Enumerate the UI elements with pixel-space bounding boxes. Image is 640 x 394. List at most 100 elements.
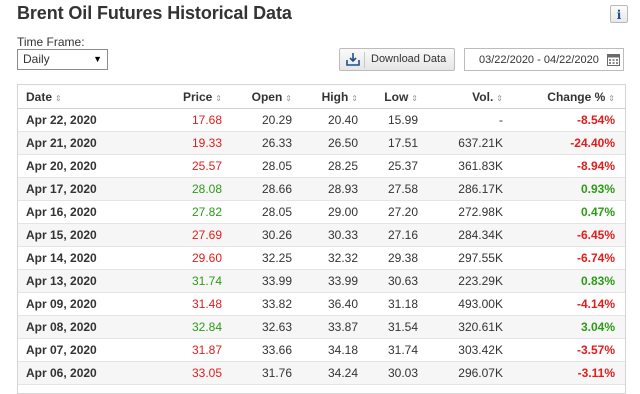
cell-date: Apr 08, 2020 xyxy=(18,315,128,339)
cell-low: 29.38 xyxy=(364,246,424,270)
cell-change: -6.45% xyxy=(509,223,625,247)
download-icon xyxy=(346,53,360,66)
column-header-open[interactable]: Open ⇕ xyxy=(228,85,298,109)
cell-open: 20.29 xyxy=(228,108,298,132)
cell-date: Apr 20, 2020 xyxy=(18,154,128,178)
cell-price: 31.87 xyxy=(128,338,228,362)
cell-high: 28.25 xyxy=(298,154,364,178)
cell-low: 27.20 xyxy=(364,200,424,224)
column-header-change[interactable]: Change % ⇕ xyxy=(509,85,625,109)
cell-high: 34.24 xyxy=(298,361,364,385)
sort-icon: ⇕ xyxy=(608,93,615,103)
cell-change: -4.14% xyxy=(509,292,625,316)
cell-high: 34.18 xyxy=(298,338,364,362)
download-data-label: Download Data xyxy=(371,53,447,65)
cell-change: -6.74% xyxy=(509,246,625,270)
cell-change: -24.40% xyxy=(509,131,625,155)
cell-low: 27.16 xyxy=(364,223,424,247)
cell-open: 32.25 xyxy=(228,246,298,270)
table-row: Apr 13, 2020 31.74 33.99 33.99 30.63 223.29K 0… xyxy=(18,269,625,293)
cell-date: Apr 22, 2020 xyxy=(18,108,128,132)
column-header-high[interactable]: High ⇕ xyxy=(298,85,364,109)
cell-change: -3.57% xyxy=(509,338,625,362)
cell-high: 36.40 xyxy=(298,292,364,316)
cell-price: 25.57 xyxy=(128,154,228,178)
cell-volume: 286.17K xyxy=(424,177,509,201)
cell-high: 33.99 xyxy=(298,269,364,293)
sort-icon: ⇕ xyxy=(55,93,62,103)
cell-low: 15.99 xyxy=(364,108,424,132)
table-row: Apr 07, 2020 31.87 33.66 34.18 31.74 303.42K -… xyxy=(18,338,625,362)
column-header-date[interactable]: Date ⇕ xyxy=(18,85,128,109)
cell-open: 28.05 xyxy=(228,154,298,178)
sort-icon: ⇕ xyxy=(496,93,503,103)
cell-price: 29.60 xyxy=(128,246,228,270)
column-header-price[interactable]: Price ⇕ xyxy=(128,85,228,109)
cell-change: -3.11% xyxy=(509,361,625,385)
cell-price: 17.68 xyxy=(128,108,228,132)
cell-open: 33.82 xyxy=(228,292,298,316)
table-row: Apr 16, 2020 27.82 28.05 29.00 27.20 272.98K 0… xyxy=(18,200,625,224)
cell-price: 19.33 xyxy=(128,131,228,155)
historical-data-table: Date ⇕ Price ⇕ Open ⇕ High ⇕ Low ⇕ Vol. ⇕ Chan… xyxy=(17,84,626,394)
cell-change: -8.54% xyxy=(509,108,625,132)
cell-price: 32.84 xyxy=(128,315,228,339)
cell-open: 28.05 xyxy=(228,200,298,224)
cell-open: 33.99 xyxy=(228,269,298,293)
cell-volume: 320.61K xyxy=(424,315,509,339)
cell-volume: 284.34K xyxy=(424,223,509,247)
page-title: Brent Oil Futures Historical Data xyxy=(17,3,292,23)
cell-date: Apr 07, 2020 xyxy=(18,338,128,362)
cell-price: 33.05 xyxy=(128,361,228,385)
column-header-low[interactable]: Low ⇕ xyxy=(364,85,424,109)
table-row: Apr 06, 2020 33.05 31.76 34.24 30.03 296.07K -… xyxy=(18,361,625,385)
date-range-picker[interactable]: 03/22/2020 - 04/22/2020 xyxy=(464,48,624,71)
date-range-value: 03/22/2020 - 04/22/2020 xyxy=(479,54,599,66)
sort-icon: ⇕ xyxy=(411,93,418,103)
cell-volume: - xyxy=(424,108,509,132)
cell-low: 25.37 xyxy=(364,154,424,178)
cell-price: 31.74 xyxy=(128,269,228,293)
table-header-row: Date ⇕ Price ⇕ Open ⇕ High ⇕ Low ⇕ Vol. ⇕ Chan… xyxy=(18,85,625,109)
sort-icon: ⇕ xyxy=(215,93,222,103)
cell-volume: 637.21K xyxy=(424,131,509,155)
button-divider xyxy=(364,52,365,68)
table-row: Apr 17, 2020 28.08 28.66 28.93 27.58 286.17K 0… xyxy=(18,177,625,201)
table-row: Apr 08, 2020 32.84 32.63 33.87 31.54 320.61K 3… xyxy=(18,315,625,339)
sort-icon: ⇕ xyxy=(351,93,358,103)
cell-open: 31.76 xyxy=(228,361,298,385)
cell-low: 31.18 xyxy=(364,292,424,316)
timeframe-select[interactable]: Daily ▼ xyxy=(17,49,108,70)
info-icon[interactable]: i xyxy=(610,5,628,23)
table-row: Apr 21, 2020 19.33 26.33 26.50 17.51 637.21K -… xyxy=(18,131,625,155)
cell-low: 30.03 xyxy=(364,361,424,385)
timeframe-value: Daily xyxy=(23,52,50,66)
cell-date: Apr 14, 2020 xyxy=(18,246,128,270)
cell-low: 30.63 xyxy=(364,269,424,293)
cell-date: Apr 09, 2020 xyxy=(18,292,128,316)
cell-change: 0.93% xyxy=(509,177,625,201)
cell-price: 27.69 xyxy=(128,223,228,247)
cell-high: 20.40 xyxy=(298,108,364,132)
cell-date: Apr 15, 2020 xyxy=(18,223,128,247)
cell-low: 27.58 xyxy=(364,177,424,201)
table-row: Apr 09, 2020 31.48 33.82 36.40 31.18 493.00K -… xyxy=(18,292,625,316)
cell-date: Apr 06, 2020 xyxy=(18,361,128,385)
column-header-vol[interactable]: Vol. ⇕ xyxy=(424,85,509,109)
cell-price: 27.82 xyxy=(128,200,228,224)
cell-volume: 297.55K xyxy=(424,246,509,270)
table-row: Apr 20, 2020 25.57 28.05 28.25 25.37 361.83K -… xyxy=(18,154,625,178)
cell-change: 0.47% xyxy=(509,200,625,224)
sort-icon: ⇕ xyxy=(285,93,292,103)
cell-high: 28.93 xyxy=(298,177,364,201)
table-row: Apr 15, 2020 27.69 30.26 30.33 27.16 284.34K -… xyxy=(18,223,625,247)
cell-price: 28.08 xyxy=(128,177,228,201)
chevron-down-icon: ▼ xyxy=(93,54,102,64)
download-data-button[interactable]: Download Data xyxy=(339,48,455,71)
calendar-icon xyxy=(607,54,620,66)
cell-volume: 303.42K xyxy=(424,338,509,362)
cell-volume: 272.98K xyxy=(424,200,509,224)
cell-high: 29.00 xyxy=(298,200,364,224)
cell-change: -8.94% xyxy=(509,154,625,178)
cell-open: 28.66 xyxy=(228,177,298,201)
